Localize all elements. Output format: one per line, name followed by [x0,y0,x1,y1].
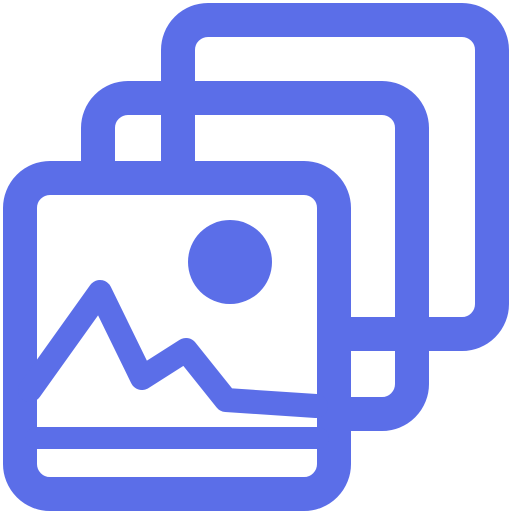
sun-circle [188,220,272,304]
image-gallery-stack-icon [3,3,509,511]
icon-canvas [0,0,512,512]
